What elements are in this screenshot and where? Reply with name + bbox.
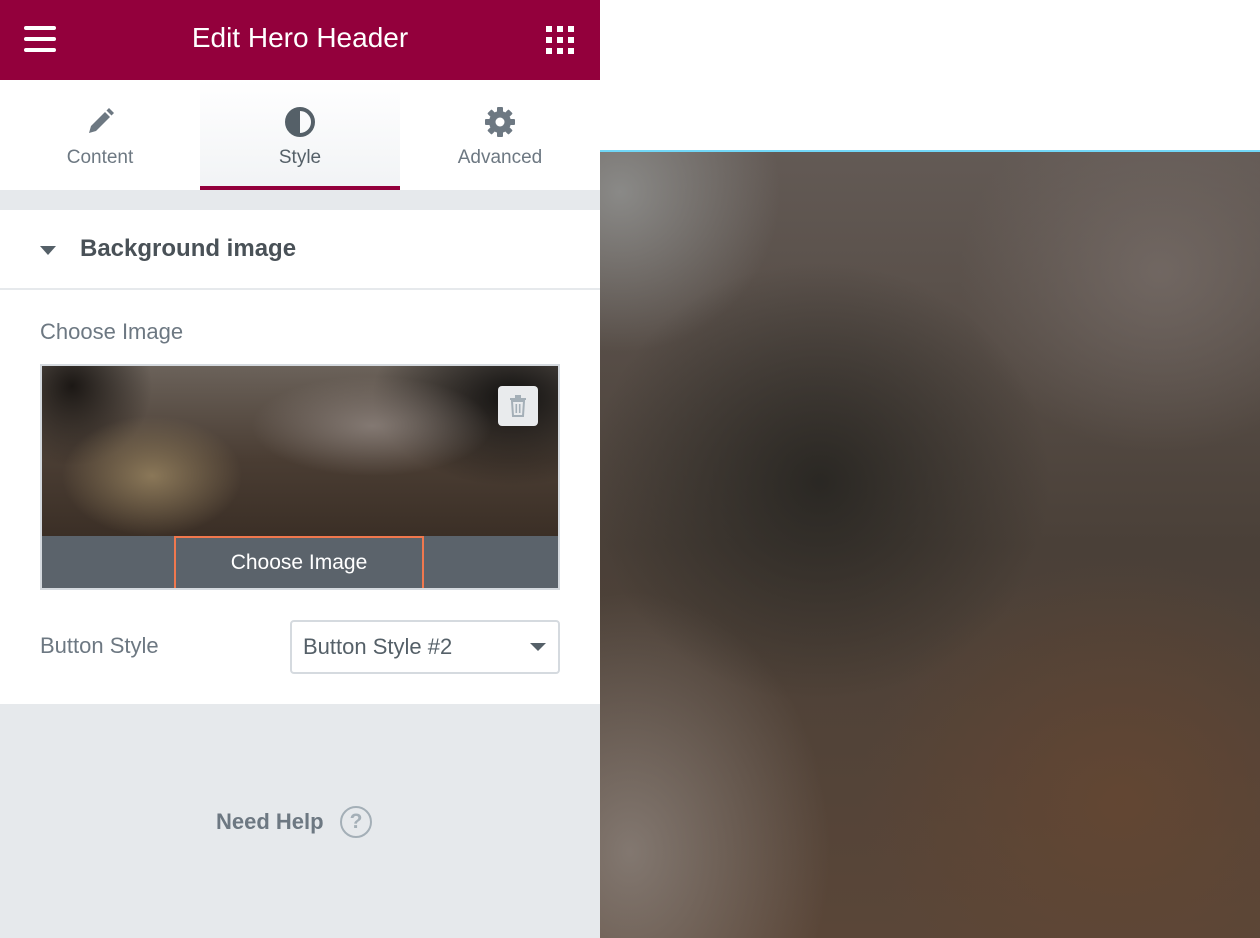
choose-image-label: Choose Image [40, 319, 184, 344]
panel-tabs: Content Style Advanced [0, 80, 600, 190]
panel-header: Edit Hero Header [0, 0, 600, 80]
image-thumbnail [42, 366, 558, 536]
button-style-select[interactable]: Button Style #2 [290, 620, 560, 674]
section-title: Background image [80, 235, 297, 262]
caret-down-icon [40, 246, 56, 255]
tab-advanced[interactable]: Advanced [400, 80, 600, 190]
chevron-down-icon [530, 643, 546, 651]
panel-title: Edit Hero Header [191, 22, 409, 53]
image-picker-footer: Choose Image [42, 536, 558, 588]
pencil-icon [89, 108, 114, 133]
need-help-label: Need Help [216, 809, 324, 834]
hero-background-image[interactable] [600, 152, 1260, 938]
tab-content-label: Content [66, 147, 134, 168]
active-tab-indicator [200, 186, 400, 190]
tab-advanced-label: Advanced [457, 147, 543, 168]
button-style-label: Button Style [40, 633, 159, 658]
tab-style[interactable]: Style [200, 80, 400, 190]
choose-image-button[interactable]: Choose Image [174, 536, 424, 588]
image-picker[interactable]: Choose Image [40, 364, 560, 590]
tab-style-label: Style [278, 147, 322, 168]
gear-icon [485, 107, 515, 137]
button-style-value: Button Style #2 [303, 634, 453, 659]
contrast-half-circle-icon [285, 107, 315, 137]
tab-content[interactable]: Content [0, 80, 200, 190]
section-header[interactable]: Background image [0, 210, 600, 290]
background-image-section: Background image Choose Image Choose Ima… [0, 210, 600, 704]
grid-apps-icon[interactable] [546, 26, 574, 54]
question-circle-icon: ? [340, 806, 372, 838]
page-preview [600, 0, 1260, 938]
editor-panel: Edit Hero Header Content Style Advanced … [0, 0, 600, 938]
trash-icon[interactable] [498, 386, 538, 426]
